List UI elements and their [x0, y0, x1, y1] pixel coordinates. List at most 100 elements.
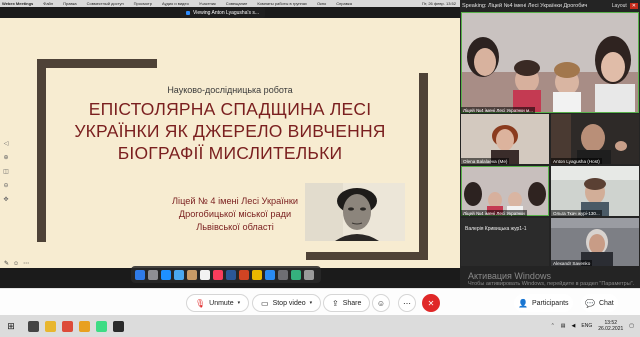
emoji-icon[interactable]: ☺	[13, 261, 19, 267]
chat-button[interactable]: 💬 Chat	[581, 294, 618, 312]
windows-start-icon[interactable]: ⊞	[0, 321, 22, 332]
mail-icon[interactable]	[174, 269, 184, 280]
close-icon[interactable]: ✕	[629, 3, 638, 9]
windows-taskbar: ⊞ ⌃ ▤ ◀ ENG 13:52 26.02.2021 ▢	[0, 315, 640, 337]
video-tile[interactable]: Alexandr Savenko	[551, 218, 639, 266]
menubar-item-meeting[interactable]: Совещание	[226, 1, 248, 6]
menubar-item-edit[interactable]: Правка	[63, 1, 77, 6]
video-tile[interactable]: Ольга Ткач журі-130...	[551, 166, 639, 216]
settings-icon[interactable]	[278, 269, 288, 280]
pan-icon[interactable]: ✥	[3, 196, 8, 204]
word-icon[interactable]	[226, 269, 236, 280]
more-options-button[interactable]: ⋯	[398, 294, 416, 312]
menubar-item-view[interactable]: Просмотр	[134, 1, 152, 6]
tray-arrow-icon[interactable]: ⌃	[551, 323, 555, 329]
network-icon[interactable]: ▤	[561, 323, 566, 329]
menubar-item-help[interactable]: Справка	[336, 1, 352, 6]
task-view-icon[interactable]	[28, 320, 39, 332]
active-speaker-label: Speaking: Ліцей №4 імені Лесі Українки Д…	[462, 3, 588, 9]
app-store-icon[interactable]	[265, 269, 275, 280]
explorer-icon[interactable]	[45, 320, 56, 332]
tile-name-label: Alexandr Savenko	[551, 260, 593, 266]
volume-icon[interactable]: ◀	[572, 323, 576, 329]
slide-school-line: Львівської області	[196, 222, 274, 232]
menubar-item-share[interactable]: Совместный доступ	[87, 1, 124, 6]
meeting-control-bar: 🎙 Unmute ▾ ▭ Stop video ▾ ⇪ Share ☺ ⋯ ✕ …	[0, 288, 640, 315]
more-icon[interactable]: ⋯	[23, 260, 29, 267]
share-button[interactable]: ⇪ Share	[323, 294, 371, 312]
pointer-icon[interactable]: ◁	[4, 140, 9, 148]
calendar-icon[interactable]	[200, 269, 210, 280]
viewing-share-indicator[interactable]: Viewing Anton Lyagusha's s...	[180, 7, 265, 18]
slide-frame-bottom	[306, 252, 428, 260]
slide-title-line: БІОГРАФІЇ МИСЛИТЕЛЬКИ	[117, 143, 343, 163]
clock[interactable]: 13:52 26.02.2021	[598, 320, 623, 332]
slide-frame-top	[37, 59, 157, 68]
video-feed-image	[551, 114, 639, 164]
viewing-label: Viewing Anton Lyagusha's s...	[193, 9, 259, 16]
webex-meeting-window: Webex Meetings Файл Правка Совместный до…	[0, 0, 640, 337]
trash-icon[interactable]	[304, 269, 314, 280]
launchpad-icon[interactable]	[148, 269, 158, 280]
mac-dock	[131, 266, 321, 283]
stop-video-button[interactable]: ▭ Stop video ▾	[252, 294, 322, 312]
panel-window-controls: Layout ✕	[600, 1, 638, 11]
slide-title-line: УКРАЇНКИ ЯК ДЖЕРЕЛО ВИВЧЕННЯ	[74, 121, 386, 141]
language-indicator[interactable]: ENG	[581, 323, 592, 329]
tile-name-label: Валерія Кривицька жур1-1	[465, 226, 527, 232]
app-menubar: Webex Meetings Файл Правка Совместный до…	[0, 0, 460, 7]
slide-school-line: Дрогобицької міської ради	[178, 209, 292, 219]
contacts-icon[interactable]	[187, 269, 197, 280]
notifications-icon[interactable]: ▢	[629, 323, 634, 329]
video-tile-camera-off[interactable]: Валерія Кривицька жур1-1	[461, 218, 549, 266]
video-tile[interactable]: Ліцей №4 імені Лесі Українки	[461, 166, 549, 216]
menubar-item-audio-video[interactable]: Аудио и видео	[162, 1, 189, 6]
chat-label: Chat	[598, 299, 614, 307]
safari-icon[interactable]	[161, 269, 171, 280]
android-icon[interactable]	[96, 320, 107, 332]
slide-subtitle: Науково-дослідницька робота	[167, 85, 293, 95]
menubar-item-file[interactable]: Файл	[43, 1, 53, 6]
webex-icon[interactable]	[113, 320, 124, 332]
menubar-item-breakout[interactable]: Комнаты работы в группах	[257, 1, 307, 6]
browser-icon[interactable]	[79, 320, 90, 332]
share-icon: ⇪	[332, 298, 339, 308]
emoji-icon: ☺	[376, 298, 386, 308]
menubar-item-participant[interactable]: Участник	[199, 1, 216, 6]
annotation-bar: ✎ ☺ ⋯	[0, 259, 60, 268]
tile-name-label: Ольга Ткач журі-130...	[551, 210, 602, 216]
chrome-icon[interactable]	[252, 269, 262, 280]
reactions-button[interactable]: ☺	[372, 294, 390, 312]
zoom-out-icon[interactable]: ⊖	[3, 182, 8, 190]
zoom-in-icon[interactable]: ⊕	[3, 154, 8, 162]
video-feed-image	[551, 218, 639, 266]
menubar-item-window[interactable]: Окно	[317, 1, 326, 6]
windows-activation-title: Активация Windows	[468, 271, 551, 281]
video-camera-icon: ▭	[261, 298, 269, 308]
share-label: Share	[342, 299, 362, 307]
menubar-app-name[interactable]: Webex Meetings	[2, 1, 33, 6]
chevron-down-icon[interactable]: ▾	[310, 300, 313, 306]
muted-mic-icon: 🎙	[195, 298, 206, 308]
chrome-icon[interactable]	[62, 320, 73, 332]
participants-icon: 👤	[518, 298, 528, 308]
pencil-icon[interactable]: ✎	[4, 260, 9, 267]
webex-icon[interactable]	[291, 269, 301, 280]
more-icon: ⋯	[403, 298, 411, 308]
video-feed-image	[461, 114, 549, 164]
video-tile[interactable]: Olena Balalaeva (Me)	[461, 114, 549, 164]
unmute-button[interactable]: 🎙 Unmute ▾	[186, 294, 250, 312]
finder-icon[interactable]	[135, 269, 145, 280]
fit-icon[interactable]: ◫	[3, 168, 9, 176]
music-icon[interactable]	[213, 269, 223, 280]
chevron-down-icon[interactable]: ▾	[238, 300, 241, 306]
leave-meeting-button[interactable]: ✕	[422, 294, 440, 312]
layout-button[interactable]: Layout	[612, 3, 627, 9]
participants-button[interactable]: 👤 Participants	[514, 294, 573, 312]
video-tile-active-speaker[interactable]: Ліцей №4 імені Лесі Українки м...	[461, 12, 639, 113]
tile-name-label: Olena Balalaeva (Me)	[461, 158, 510, 164]
windows-activation-text: Чтобы активировать Windows, перейдите в …	[468, 281, 635, 287]
video-tile[interactable]: Anton Lyagusha (Host)	[551, 114, 639, 164]
video-feed-image	[461, 12, 639, 113]
powerpoint-icon[interactable]	[239, 269, 249, 280]
